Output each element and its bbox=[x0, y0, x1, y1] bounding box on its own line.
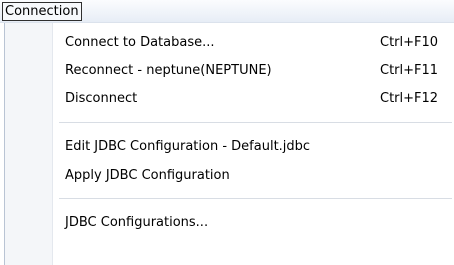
menu-item-edit-jdbc-configuration[interactable]: Edit JDBC Configuration - Default.jdbc bbox=[53, 133, 454, 161]
menu-item-connect-to-database[interactable]: Connect to Database... Ctrl+F10 bbox=[53, 29, 454, 57]
menu-item-label: Connect to Database... bbox=[65, 35, 215, 50]
menu-item-apply-jdbc-configuration[interactable]: Apply JDBC Configuration bbox=[53, 162, 454, 190]
menu-item-shortcut: Ctrl+F12 bbox=[380, 91, 439, 106]
menu-bar: Connection bbox=[0, 0, 454, 23]
menu-item-label: Edit JDBC Configuration - Default.jdbc bbox=[65, 139, 311, 154]
menu-separator bbox=[59, 198, 452, 199]
menu-item-label: Reconnect - neptune(NEPTUNE) bbox=[65, 63, 272, 78]
connection-dropdown-menu: Connect to Database... Ctrl+F10 Reconnec… bbox=[4, 23, 454, 265]
menu-item-label: Apply JDBC Configuration bbox=[65, 168, 230, 183]
connection-menu[interactable]: Connection bbox=[2, 2, 82, 21]
menu-item-label: JDBC Configurations... bbox=[65, 215, 209, 230]
menu-item-shortcut: Ctrl+F11 bbox=[380, 63, 439, 78]
menu-item-reconnect[interactable]: Reconnect - neptune(NEPTUNE) Ctrl+F11 bbox=[53, 57, 454, 85]
menu-item-shortcut: Ctrl+F10 bbox=[380, 35, 439, 50]
menu-icon-gutter bbox=[5, 23, 52, 265]
menu-item-label: Disconnect bbox=[65, 91, 138, 106]
menu-separator bbox=[59, 122, 452, 123]
menu-item-jdbc-configurations[interactable]: JDBC Configurations... bbox=[53, 209, 454, 237]
menu-item-disconnect[interactable]: Disconnect Ctrl+F12 bbox=[53, 85, 454, 113]
